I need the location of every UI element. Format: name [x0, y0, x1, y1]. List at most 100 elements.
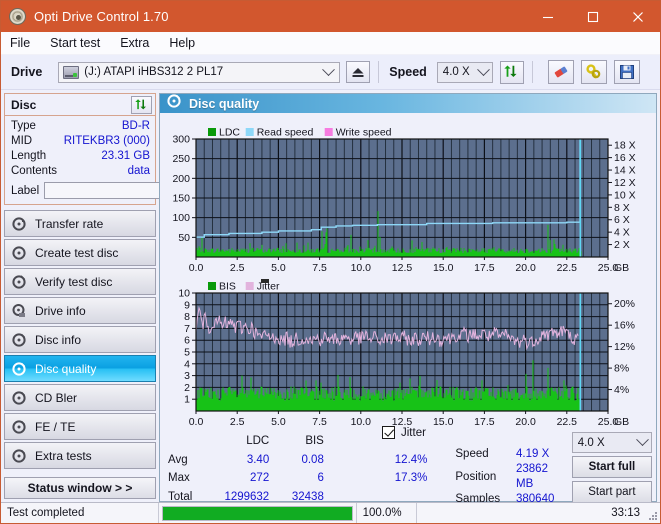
progress-bar — [159, 503, 357, 523]
sidebar: Disc Type BD-R MID RITEKBR3 (000) Length… — [1, 90, 246, 502]
window-title: Opti Drive Control 1.70 — [34, 9, 169, 24]
status-window-button[interactable]: Status window > > — [4, 477, 156, 499]
svg-text:150: 150 — [172, 193, 190, 205]
stats-col-ldc: LDC — [246, 434, 270, 447]
menu-item-start-test[interactable]: Start test — [50, 36, 100, 50]
disc-check-icon — [12, 274, 26, 289]
minimize-icon[interactable] — [525, 1, 570, 32]
sidebar-nav: Transfer rate Create test disc Verify te… — [4, 210, 156, 471]
sidebar-item-drive-info[interactable]: Drive info — [4, 297, 156, 324]
erase-button[interactable] — [547, 60, 574, 84]
speed-label: Speed — [389, 65, 427, 79]
svg-text:BIS: BIS — [219, 281, 236, 293]
window-controls — [525, 1, 660, 32]
svg-text:0.0: 0.0 — [189, 262, 204, 274]
sidebar-item-extra-tests[interactable]: Extra tests — [4, 442, 156, 469]
sidebar-item-transfer-rate[interactable]: Transfer rate — [4, 210, 156, 237]
stats-panel: LDC BIS Avg 3.40 0.08 12.4% Max 272 6 17… — [160, 426, 656, 511]
menu-bar: File Start test Extra Help — [1, 32, 660, 55]
menu-item-extra[interactable]: Extra — [120, 36, 149, 50]
progress-track — [162, 505, 353, 521]
refresh-button[interactable] — [499, 60, 524, 84]
stats-max-jitter: 17.3% — [394, 472, 428, 485]
sidebar-item-create-test-disc[interactable]: Create test disc — [4, 239, 156, 266]
title-bar: Opti Drive Control 1.70 — [1, 1, 660, 32]
svg-text:GB: GB — [614, 416, 629, 428]
disc-refresh-button[interactable] — [131, 95, 152, 114]
sidebar-item-disc-info[interactable]: Disc info — [4, 326, 156, 353]
stats-table: LDC BIS Avg 3.40 0.08 12.4% Max 272 6 17… — [168, 432, 427, 507]
start-full-button[interactable]: Start full — [571, 456, 653, 478]
disc-quality-panel: Disc quality LDC Read speed Write speed 300… — [159, 93, 657, 505]
jitter-checkbox[interactable] — [382, 426, 395, 439]
disc-row-key: Length — [11, 150, 47, 162]
table-row: Position 23862 MB — [455, 462, 561, 492]
tools-button[interactable] — [580, 60, 607, 84]
disc-row-value: data — [127, 165, 150, 177]
svg-text:4%: 4% — [614, 384, 629, 396]
svg-text:8 X: 8 X — [614, 202, 630, 214]
speed-select[interactable]: 4.0 X — [436, 61, 493, 83]
svg-text:18 X: 18 X — [614, 140, 636, 152]
test-speed-select[interactable]: 4.0 X — [571, 432, 653, 453]
svg-text:16%: 16% — [614, 320, 635, 332]
svg-text:7.5: 7.5 — [312, 262, 327, 274]
save-button[interactable] — [613, 60, 640, 84]
wrench-icon — [586, 64, 601, 79]
elapsed-time: 33:13 — [611, 507, 640, 519]
svg-text:2: 2 — [184, 382, 190, 394]
svg-text:17.5: 17.5 — [474, 416, 495, 428]
sidebar-item-fe-te[interactable]: FE / TE — [4, 413, 156, 440]
svg-text:2 X: 2 X — [614, 239, 630, 251]
svg-text:22.5: 22.5 — [557, 262, 578, 274]
maximize-icon[interactable] — [570, 1, 615, 32]
disc-arrow-icon — [12, 216, 26, 231]
disc-row-key: MID — [11, 135, 33, 147]
disc-row-key: Contents — [11, 165, 58, 177]
floppy-save-icon — [619, 65, 634, 79]
eject-icon — [352, 67, 364, 77]
svg-text:LDC: LDC — [219, 127, 240, 139]
svg-text:5: 5 — [184, 347, 190, 359]
progress-fill — [163, 506, 352, 520]
panel-title: Disc quality — [189, 96, 260, 111]
svg-text:GB: GB — [614, 262, 629, 274]
drive-select[interactable]: (J:) ATAPI iHBS312 2 PL17 — [58, 61, 341, 83]
jitter-toggle-group: Jitter — [382, 426, 426, 439]
disc-quality-icon — [12, 361, 26, 376]
svg-text:17.5: 17.5 — [474, 262, 495, 274]
main-body: Disc Type BD-R MID RITEKBR3 (000) Length… — [1, 90, 660, 505]
table-row: Avg 3.40 0.08 12.4% — [168, 451, 427, 470]
svg-text:6: 6 — [184, 335, 190, 347]
menu-item-file[interactable]: File — [10, 36, 30, 50]
menu-item-help[interactable]: Help — [169, 36, 195, 50]
close-icon[interactable] — [615, 1, 660, 32]
eject-button[interactable] — [346, 61, 371, 83]
sidebar-item-disc-quality[interactable]: Disc quality — [4, 355, 156, 382]
sidebar-item-verify-test-disc[interactable]: Verify test disc — [4, 268, 156, 295]
svg-text:20%: 20% — [614, 298, 635, 310]
status-bar: Test completed 100.0% 33:13 — [1, 502, 660, 523]
stats-max-bis: 6 — [317, 472, 324, 485]
drive-select-value: (J:) ATAPI iHBS312 2 PL17 — [84, 66, 224, 78]
stats-col-bis: BIS — [305, 434, 324, 447]
stats-avg-jitter: 12.4% — [394, 453, 428, 466]
disc-rows: Type BD-R MID RITEKBR3 (000) Length 23.3… — [5, 116, 246, 204]
svg-text:12%: 12% — [614, 341, 635, 353]
toolbar: Drive (J:) ATAPI iHBS312 2 PL17 Speed 4.… — [1, 55, 660, 90]
svg-text:0.0: 0.0 — [189, 416, 204, 428]
start-part-button[interactable]: Start part — [571, 481, 653, 503]
resize-grip[interactable] — [646, 503, 660, 523]
svg-text:Write speed: Write speed — [336, 127, 392, 139]
disc-info-icon — [12, 332, 26, 347]
sidebar-item-label: Create test disc — [35, 245, 119, 260]
disc-quality-icon — [167, 94, 181, 113]
stats-max-ldc: 272 — [250, 472, 270, 485]
svg-text:6 X: 6 X — [614, 214, 630, 226]
status-message: Test completed — [1, 503, 159, 523]
svg-text:2.5: 2.5 — [230, 416, 245, 428]
sidebar-item-label: Drive info — [35, 303, 86, 318]
sidebar-item-cd-bler[interactable]: CD Bler — [4, 384, 156, 411]
svg-text:7: 7 — [184, 323, 190, 335]
app-window: Opti Drive Control 1.70 File Start test … — [0, 0, 661, 524]
